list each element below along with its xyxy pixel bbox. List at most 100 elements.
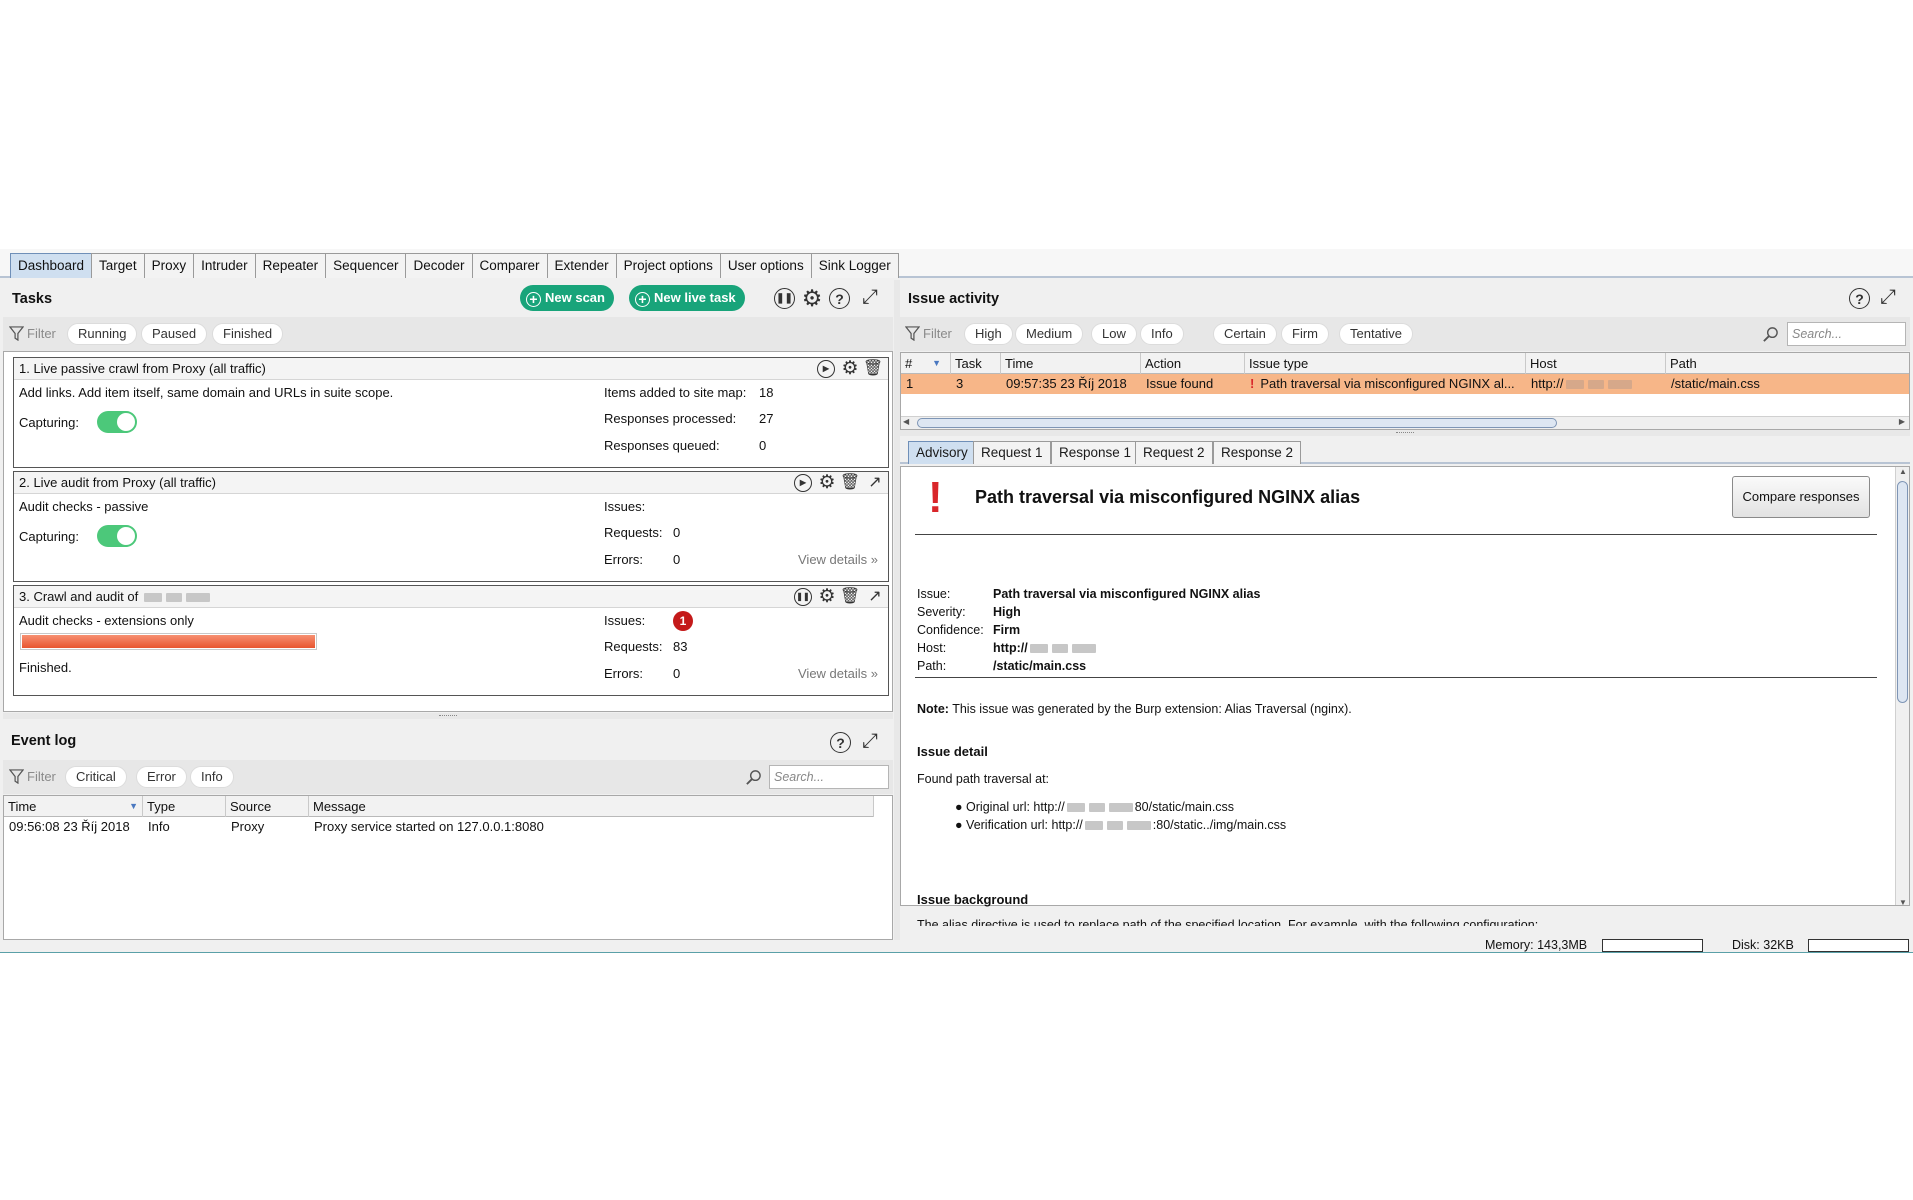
task-card-3[interactable]: 3. Crawl and audit of ❚❚ ⚙ 🗑 ↗ Audit che… xyxy=(13,585,889,696)
delete-trash-icon[interactable]: 🗑 xyxy=(840,587,860,607)
open-window-icon[interactable]: ↗ xyxy=(865,473,885,493)
tab-project-options[interactable]: Project options xyxy=(615,253,721,278)
tab-repeater[interactable]: Repeater xyxy=(254,253,327,278)
scroll-thumb[interactable] xyxy=(1897,481,1908,703)
play-icon[interactable]: ▶ xyxy=(817,360,835,378)
pause-icon[interactable]: ❚❚ xyxy=(794,588,812,606)
view-details-link[interactable]: View details » xyxy=(798,666,878,681)
column-header-task[interactable]: Task xyxy=(951,353,1001,374)
tab-intruder[interactable]: Intruder xyxy=(193,253,256,278)
filter-icon[interactable] xyxy=(9,769,24,784)
tab-dashboard[interactable]: Dashboard xyxy=(10,253,93,278)
issue-filter-bar: Filter High Medium Low Info Certain Firm… xyxy=(900,317,1910,351)
tab-response-2[interactable]: Response 2 xyxy=(1213,441,1302,464)
expand-icon[interactable]: ⤢ xyxy=(1877,286,1899,308)
cell-type: Info xyxy=(148,819,170,834)
scroll-down-icon[interactable]: ▼ xyxy=(1899,898,1907,905)
column-header-source[interactable]: Source xyxy=(226,796,309,817)
column-header-message[interactable]: Message xyxy=(309,796,874,817)
column-header-time[interactable]: Time ▼ xyxy=(4,796,143,817)
tab-target[interactable]: Target xyxy=(91,253,145,278)
tab-extender[interactable]: Extender xyxy=(546,253,617,278)
tab-decoder[interactable]: Decoder xyxy=(405,253,473,278)
issue-background-text: The alias directive is used to replace p… xyxy=(917,918,1539,926)
status-bar: Memory: 143,3MB Disk: 32KB xyxy=(0,938,1913,953)
delete-trash-icon[interactable]: 🗑 xyxy=(863,359,883,379)
tab-advisory[interactable]: Advisory xyxy=(908,441,976,464)
filter-severity-high[interactable]: High xyxy=(964,323,1013,345)
open-window-icon[interactable]: ↗ xyxy=(865,587,885,607)
tab-sink-logger[interactable]: Sink Logger xyxy=(810,253,899,278)
scroll-thumb[interactable] xyxy=(917,418,1557,428)
horizontal-splitter[interactable] xyxy=(3,713,893,719)
filter-severity-medium[interactable]: Medium xyxy=(1015,323,1084,345)
view-details-link[interactable]: View details » xyxy=(798,552,878,567)
horizontal-scrollbar[interactable]: ◀ ▶ xyxy=(901,416,1909,429)
filter-running[interactable]: Running xyxy=(67,323,138,345)
settings-gear-icon[interactable]: ⚙ xyxy=(800,285,824,311)
capturing-label: Capturing: xyxy=(19,529,79,544)
filter-confidence-firm[interactable]: Firm xyxy=(1281,323,1329,345)
column-header-path[interactable]: Path xyxy=(1666,353,1909,374)
delete-trash-icon[interactable]: 🗑 xyxy=(840,473,860,493)
settings-gear-icon[interactable]: ⚙ xyxy=(817,472,837,493)
filter-icon[interactable] xyxy=(9,326,24,341)
filter-severity-low[interactable]: Low xyxy=(1091,323,1137,345)
tab-request-1[interactable]: Request 1 xyxy=(973,441,1051,464)
stat-label: Requests: xyxy=(604,639,663,654)
column-header-number[interactable]: # ▼ xyxy=(901,353,951,374)
issue-search-input[interactable]: Search... xyxy=(1787,322,1906,346)
vertical-scrollbar[interactable]: ▲ ▼ xyxy=(1895,467,1909,905)
help-icon[interactable]: ? xyxy=(1849,288,1870,309)
filter-confidence-tentative[interactable]: Tentative xyxy=(1339,323,1414,345)
filter-severity-info[interactable]: Info xyxy=(1140,323,1184,345)
new-scan-button[interactable]: + New scan xyxy=(520,285,614,311)
scroll-left-icon[interactable]: ◀ xyxy=(903,417,909,426)
scroll-up-icon[interactable]: ▲ xyxy=(1899,467,1907,476)
stat-value: 27 xyxy=(759,411,774,426)
help-icon[interactable]: ? xyxy=(830,732,851,753)
issues-count-badge[interactable]: 1 xyxy=(673,611,693,631)
event-log-search-input[interactable]: Search... xyxy=(769,765,889,789)
filter-error[interactable]: Error xyxy=(136,766,187,788)
column-header-time[interactable]: Time xyxy=(1001,353,1141,374)
filter-confidence-certain[interactable]: Certain xyxy=(1213,323,1277,345)
tab-response-1[interactable]: Response 1 xyxy=(1051,441,1140,464)
task-card-1[interactable]: 1. Live passive crawl from Proxy (all tr… xyxy=(13,357,889,468)
issue-row-selected[interactable]: 1 3 09:57:35 23 Říj 2018 Issue found ! Pa… xyxy=(901,374,1909,394)
cell-source: Proxy xyxy=(231,819,265,834)
task-description: Audit checks - passive xyxy=(19,499,149,514)
task-card-2[interactable]: 2. Live audit from Proxy (all traffic) ▶… xyxy=(13,471,889,582)
capturing-toggle[interactable] xyxy=(97,525,137,547)
compare-responses-button[interactable]: Compare responses xyxy=(1732,476,1870,518)
stat-value: 0 xyxy=(673,552,681,567)
filter-finished[interactable]: Finished xyxy=(212,323,284,345)
tab-user-options[interactable]: User options xyxy=(719,253,812,278)
filter-info[interactable]: Info xyxy=(190,766,234,788)
plus-icon: + xyxy=(635,292,650,307)
column-header-action[interactable]: Action xyxy=(1141,353,1245,374)
pause-all-icon[interactable]: ❚❚ xyxy=(774,288,795,309)
play-icon[interactable]: ▶ xyxy=(794,474,812,492)
progress-fill xyxy=(22,635,315,648)
bullet-icon: ● xyxy=(955,818,963,832)
column-header-issue-type[interactable]: Issue type xyxy=(1245,353,1526,374)
filter-paused[interactable]: Paused xyxy=(141,323,208,345)
table-row[interactable]: 09:56:08 23 Říj 2018 Info Proxy Proxy se… xyxy=(4,817,892,837)
settings-gear-icon[interactable]: ⚙ xyxy=(840,358,860,379)
new-live-task-button[interactable]: + New live task xyxy=(629,285,745,311)
filter-critical[interactable]: Critical xyxy=(65,766,127,788)
column-header-host[interactable]: Host xyxy=(1526,353,1666,374)
scroll-right-icon[interactable]: ▶ xyxy=(1899,417,1905,426)
tab-request-2[interactable]: Request 2 xyxy=(1135,441,1213,464)
expand-icon[interactable]: ⤢ xyxy=(859,286,881,308)
tab-comparer[interactable]: Comparer xyxy=(471,253,548,278)
settings-gear-icon[interactable]: ⚙ xyxy=(817,586,837,607)
expand-icon[interactable]: ⤢ xyxy=(859,730,881,752)
tab-sequencer[interactable]: Sequencer xyxy=(325,253,407,278)
help-icon[interactable]: ? xyxy=(829,288,850,309)
capturing-toggle[interactable] xyxy=(97,411,137,433)
tab-proxy[interactable]: Proxy xyxy=(143,253,195,278)
column-header-type[interactable]: Type xyxy=(143,796,226,817)
filter-icon[interactable] xyxy=(905,326,920,341)
